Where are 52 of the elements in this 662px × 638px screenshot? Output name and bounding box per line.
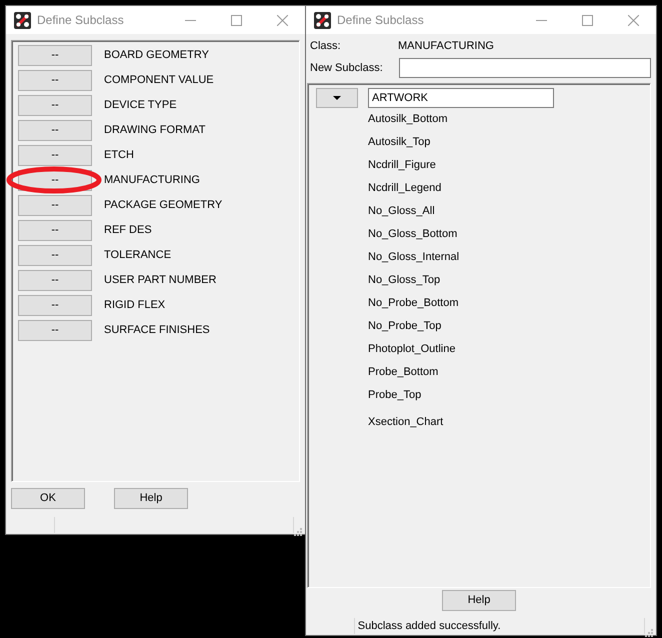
new-subclass-field[interactable] [398, 58, 651, 78]
class-label: TOLERANCE [104, 248, 172, 264]
class-button[interactable]: -- [18, 320, 92, 341]
subclass-label: Ncdrill_Figure [368, 158, 436, 174]
status-text: Subclass added successfully. [358, 618, 502, 634]
caret-icon [333, 96, 341, 100]
subclass-label: No_Gloss_Bottom [368, 227, 458, 242]
subclass-label: Autosilk_Bottom [368, 112, 448, 128]
dialog-button[interactable]: OK [11, 488, 85, 509]
class-button[interactable]: -- [18, 270, 92, 291]
class-button[interactable]: -- [18, 245, 92, 266]
class-button[interactable]: -- [18, 45, 92, 66]
dialog-button[interactable]: Help [442, 590, 516, 611]
class-label: SURFACE FINISHES [104, 323, 210, 338]
class-label: MANUFACTURING [104, 173, 200, 188]
subclass-label: Probe_Bottom [368, 365, 438, 380]
class-button[interactable]: -- [18, 145, 92, 166]
subclass-label: Probe_Top [368, 388, 422, 404]
app-icon [14, 12, 31, 28]
class-label: USER PART NUMBER [104, 273, 216, 288]
new-subclass-label: New Subclass: [310, 60, 384, 76]
class-label: Class: [310, 38, 342, 54]
app-icon [314, 12, 331, 28]
class-button[interactable]: -- [18, 95, 92, 116]
subclass-name-field[interactable]: ARTWORK [368, 88, 554, 108]
class-label: BOARD GEOMETRY [104, 48, 209, 64]
class-label: ETCH [104, 148, 134, 164]
subclass-label: No_Probe_Top [368, 319, 442, 334]
subclass-label: Autosilk_Top [368, 135, 430, 150]
subclass-label: Xsection_Chart [368, 415, 444, 430]
class-label: DEVICE TYPE [104, 98, 177, 114]
dropdown-button[interactable] [316, 88, 358, 108]
class-button[interactable]: -- [18, 195, 92, 216]
subclass-label: No_Gloss_All [368, 204, 435, 220]
class-button[interactable]: -- [18, 220, 92, 241]
class-button[interactable]: -- [18, 70, 92, 91]
subclass-label: No_Gloss_Internal [368, 250, 460, 266]
subclass-label: No_Probe_Bottom [368, 296, 458, 312]
class-label: RIGID FLEX [104, 298, 166, 314]
class-label: REF DES [104, 223, 152, 238]
subclass-label: Photoplot_Outline [368, 342, 456, 358]
class-button[interactable]: -- [18, 120, 92, 141]
class-button[interactable]: -- [18, 295, 92, 316]
dialog-button[interactable]: Help [114, 488, 188, 509]
class-label: DRAWING FORMAT [104, 123, 206, 138]
window-title: Define Subclass [337, 12, 425, 29]
subclass-label: No_Gloss_Top [368, 273, 440, 288]
class-label: PACKAGE GEOMETRY [104, 198, 222, 214]
class-label: COMPONENT VALUE [104, 73, 214, 88]
class-value: MANUFACTURING [398, 38, 494, 54]
subclass-label: Ncdrill_Legend [368, 181, 442, 196]
window-title: Define Subclass [37, 12, 125, 29]
